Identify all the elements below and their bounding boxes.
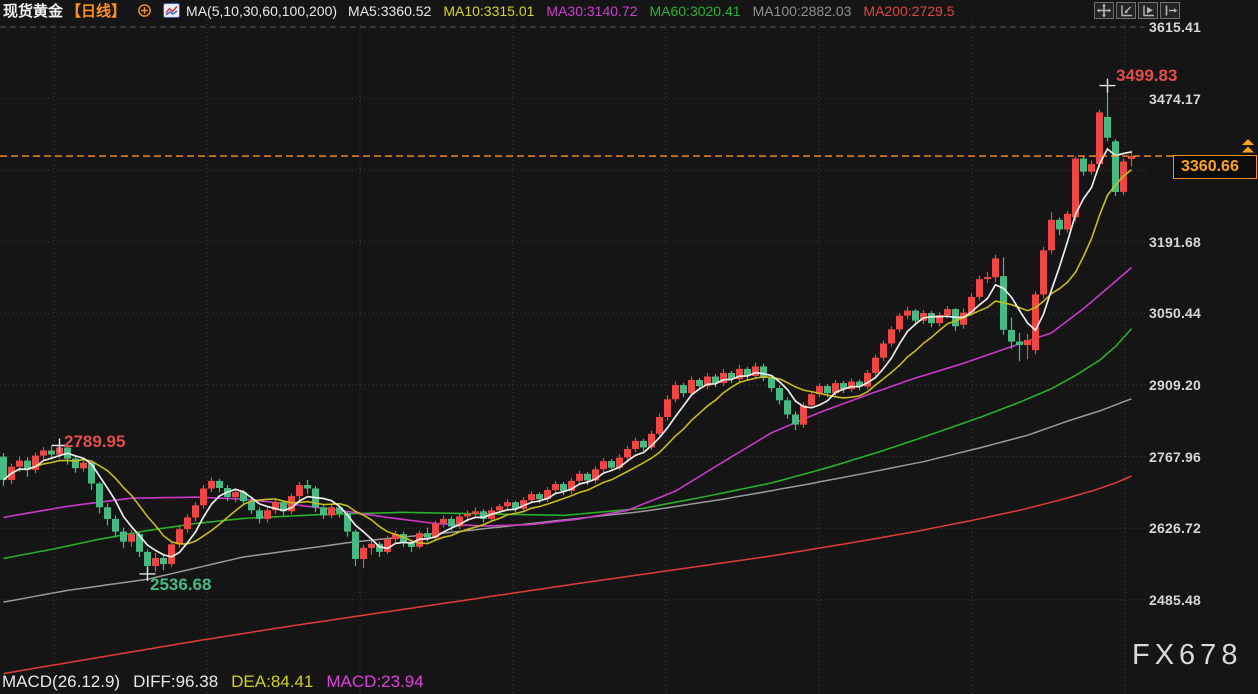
ma-legend-item: MA5:3360.52 (348, 3, 431, 19)
chart-toolbar (1094, 2, 1180, 19)
y-axis-label: 2767.96 (1149, 449, 1201, 465)
axis-arrow-left-icon (1118, 3, 1134, 18)
symbol-title: 现货黄金 (3, 0, 63, 21)
ma30-line (4, 268, 1132, 527)
y-axis-label: 3191.68 (1149, 234, 1201, 250)
ma10-line (4, 170, 1132, 544)
latest-price-marker (1242, 139, 1254, 153)
y-axis-label: 3050.44 (1149, 305, 1201, 321)
mini-chart-icon (163, 3, 180, 18)
ma5-line (4, 149, 1132, 557)
y-axis-label: 3615.41 (1149, 19, 1201, 35)
macd-macd-value: MACD:23.94 (326, 672, 423, 692)
y-axis-label: 3474.17 (1149, 91, 1201, 107)
move-tool-button[interactable] (1094, 2, 1114, 19)
pane-axis-right-button[interactable] (1160, 2, 1180, 19)
ma100-line (4, 399, 1132, 602)
move-cross-icon (1096, 3, 1112, 18)
ma-legend-item: MA10:3315.01 (443, 3, 534, 19)
add-overlay-icon[interactable] (137, 3, 152, 18)
high-annotation: 3499.83 (1116, 66, 1177, 86)
y-axis-label: 2909.20 (1149, 377, 1201, 393)
watermark-fx678: FX678 (1132, 639, 1242, 672)
current-price-tag: 3360.66 (1173, 155, 1257, 179)
y-axis-label: 2485.48 (1149, 592, 1201, 608)
chart-stage: 现货黄金 【日线】 MA(5,10,30,60,100,200) MA5:336… (0, 0, 1258, 694)
candles (0, 86, 1135, 574)
macd-diff-value: DIFF:96.38 (133, 672, 218, 692)
left-peak-annotation: 2789.95 (64, 432, 125, 452)
pane-axis-play-button[interactable] (1138, 2, 1158, 19)
trough-annotation: 2536.68 (150, 575, 211, 595)
pane-axis-left-button[interactable] (1116, 2, 1136, 19)
ma-legend-item: MA60:3020.41 (649, 3, 740, 19)
macd-dea-value: DEA:84.41 (231, 672, 313, 692)
bar-arrow-right-icon (1162, 3, 1178, 18)
ma-legend: MA5:3360.52 MA10:3315.01 MA30:3140.72 MA60:… (348, 3, 954, 19)
period-tag: 【日线】 (66, 0, 126, 21)
ma-legend-item: MA30:3140.72 (546, 3, 637, 19)
extreme-cross-marker (1100, 79, 1116, 93)
y-axis-label: 2626.72 (1149, 520, 1201, 536)
ma-settings-label: MA(5,10,30,60,100,200) (186, 3, 337, 19)
ma-legend-item: MA100:2882.03 (753, 3, 852, 19)
macd-legend: MACD(26.12.9) DIFF:96.38 DEA:84.41 MACD:… (2, 672, 424, 692)
chart-header: 现货黄金 【日线】 MA(5,10,30,60,100,200) MA5:336… (0, 0, 955, 21)
macd-settings-label: MACD(26.12.9) (2, 672, 120, 692)
axis-play-icon (1140, 3, 1156, 18)
ma-legend-item: MA200:2729.5 (863, 3, 954, 19)
